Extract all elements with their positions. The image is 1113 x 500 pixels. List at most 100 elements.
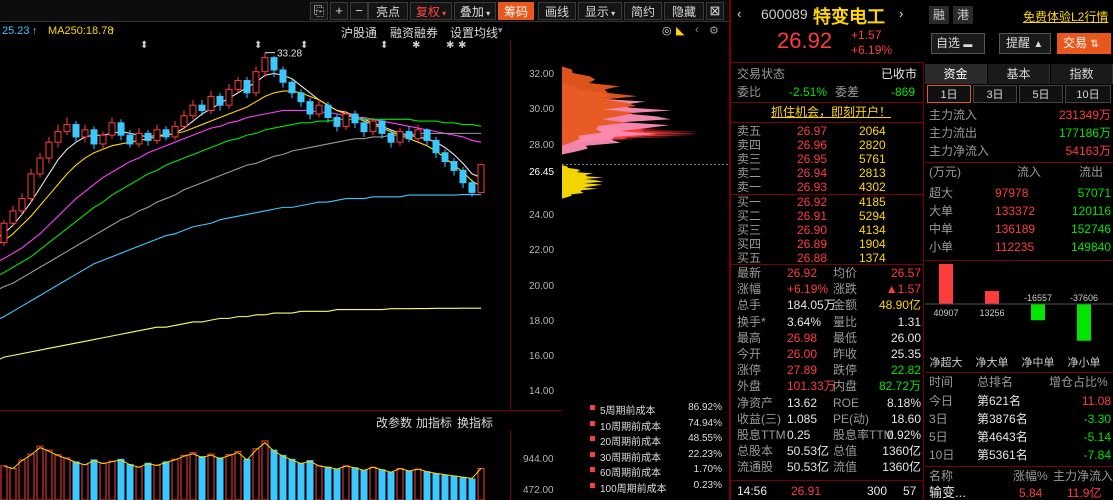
book-level-label: 买四 <box>737 237 762 251</box>
zoom-in-button[interactable]: + <box>330 2 348 20</box>
ask-row[interactable]: 卖五 26.97 2064 <box>731 124 923 138</box>
period-3d[interactable]: 3日 <box>973 85 1017 103</box>
link-set-ma[interactable]: 设置均线 <box>450 24 498 41</box>
quote-label: 昨收 <box>833 347 858 361</box>
l2-trial-link[interactable]: 免费体验L2行情 <box>1023 8 1108 25</box>
period-1d[interactable]: 1日 <box>927 85 971 103</box>
remind-button[interactable]: 提醒 ▲ <box>999 33 1051 54</box>
hk-badge[interactable]: 港 <box>953 6 973 24</box>
quote-label: PE(动) <box>833 411 870 426</box>
bid-row[interactable]: 买二 26.91 5294 <box>731 209 923 223</box>
toolbar-chips-button[interactable]: 筹码 <box>498 2 534 20</box>
candle-body <box>360 122 368 133</box>
net-flow-bar <box>985 291 999 304</box>
fund-table-header: (万元) 流入 流出 <box>929 165 1104 179</box>
volume-bar <box>315 465 323 500</box>
tab-fund[interactable]: 资金 <box>925 64 987 84</box>
cost-legend-pct: 48.55% <box>688 433 722 444</box>
chevron-down-icon[interactable]: ▾ <box>498 25 503 36</box>
link-margin[interactable]: 融资融券 <box>390 24 438 41</box>
fund-table-out: 120116 <box>1071 204 1111 218</box>
collapse-icon[interactable]: ⊠ <box>706 2 724 20</box>
tab-index[interactable]: 指数 <box>1051 64 1113 84</box>
target-icon[interactable]: ◎ <box>662 24 672 37</box>
volume-bar <box>351 467 359 500</box>
bid-row[interactable]: 买三 26.90 4134 <box>731 223 923 237</box>
ask-row[interactable]: 卖三 26.95 5761 <box>731 152 923 166</box>
net-flow-value: 13256 <box>979 308 1004 318</box>
quote-value: 26.92 <box>787 266 818 280</box>
quote-value: 82.72万 <box>878 379 921 394</box>
bid-row[interactable]: 买一 26.92 4185 <box>731 195 923 209</box>
ma-info-row: 25.23 ↑ MA250:18.78 ↑ 沪股通 融资融券 设置均线 ▾ ◎ … <box>0 24 729 40</box>
zoom-out-button[interactable]: − <box>350 2 368 20</box>
sector-row[interactable]: 输变... 5.84 11.9亿 <box>925 485 1113 500</box>
price-tick-label: 26.45 <box>529 167 555 179</box>
quote-label: 金额 <box>833 298 858 313</box>
back-icon[interactable]: ⎘ <box>310 2 328 20</box>
event-marker-icon[interactable]: ⬍ <box>300 40 308 51</box>
quote-value: 18.60 <box>890 411 921 426</box>
book-price: 26.93 <box>797 180 828 194</box>
quote-row: 换手* 3.64% 量比 1.31 <box>731 314 923 330</box>
candle-body <box>306 101 314 115</box>
book-volume: 5761 <box>859 152 886 166</box>
candle-body <box>414 129 422 140</box>
toolbar-hide-button[interactable]: 隐藏 <box>664 2 704 20</box>
quote-label: 总股本 <box>737 444 774 459</box>
bid-row[interactable]: 买五 26.88 1374 <box>731 251 923 265</box>
event-marker-icon[interactable]: ⬍ <box>254 40 262 51</box>
net-flow-bar-chart: 40907 净超大 13256 净大单 -16557 净中单 -37606 净小单 <box>925 264 1113 369</box>
candle-body <box>207 95 215 111</box>
chevron-left-icon[interactable]: ‹ <box>737 6 741 21</box>
add-indicator-button[interactable]: 加指标 <box>416 414 452 431</box>
chevron-left-icon[interactable]: ‹ <box>695 24 699 36</box>
gear-icon[interactable]: ⚙ <box>709 24 719 37</box>
cost-legend-pct: 1.70% <box>693 464 722 475</box>
toolbar-adjust-button[interactable]: 复权 ▾ <box>410 2 452 20</box>
ask-row[interactable]: 卖一 26.93 4302 <box>731 180 923 194</box>
ask-list: 卖五 26.97 2064 卖四 26.96 2820 卖三 26.95 5761 卖二 26.94… <box>731 124 923 194</box>
price-axis: 32.00 30.00 28.00 26.45 24.00 22.00 20.00 18.00… <box>510 40 562 410</box>
volume-bar <box>99 462 107 500</box>
self-select-button[interactable]: 自选 ▬ <box>931 33 985 54</box>
toolbar-highlight-button[interactable]: 亮点 <box>368 2 408 20</box>
price-tick-label: 18.00 <box>529 315 555 327</box>
ask-row[interactable]: 卖四 26.96 2820 <box>731 138 923 152</box>
flag-icon[interactable]: ◣ <box>676 24 684 37</box>
trade-button[interactable]: 交易 ⇅ <box>1057 33 1111 54</box>
rank-header: 时间 总排名 增仓占比% <box>929 375 1108 389</box>
candle-body <box>315 104 323 115</box>
kline-chart[interactable]: 33.28⬍ ⬍ ⬍ ⬍ ✱ ✱ ✱ <box>0 40 510 410</box>
quote-value: 27.89 <box>787 363 818 378</box>
book-level-label: 买二 <box>737 209 762 223</box>
bid-row[interactable]: 买四 26.89 1904 <box>731 237 923 251</box>
event-marker-icon[interactable]: ⬍ <box>380 40 388 51</box>
volume-bar <box>81 464 89 500</box>
volume-bar <box>225 454 233 500</box>
period-10d[interactable]: 10日 <box>1065 85 1111 103</box>
quote-value: 26.98 <box>787 330 818 345</box>
event-marker-icon[interactable]: ✱ <box>446 40 454 51</box>
toolbar-draw-button[interactable]: 画线 <box>538 2 576 20</box>
event-marker-icon[interactable]: ✱ <box>458 40 466 51</box>
candle-body <box>459 169 467 184</box>
tab-basic[interactable]: 基本 <box>988 64 1050 84</box>
link-shgt[interactable]: 沪股通 <box>341 24 377 41</box>
event-marker-icon[interactable]: ✱ <box>412 40 420 51</box>
margin-badge[interactable]: 融 <box>929 6 949 24</box>
book-price: 26.96 <box>797 138 828 152</box>
chevron-right-icon[interactable]: › <box>899 6 903 21</box>
toolbar-overlay-button[interactable]: 叠加 ▾ <box>454 2 496 20</box>
book-volume: 2064 <box>859 124 886 138</box>
edit-params-button[interactable]: 改参数 <box>376 414 412 431</box>
fund-table-out: 57071 <box>1077 186 1111 200</box>
toolbar-simple-button[interactable]: 简约 <box>624 2 662 20</box>
ask-row[interactable]: 卖二 26.94 2813 <box>731 166 923 180</box>
quote-value: 1.085 <box>787 411 818 426</box>
open-account-banner[interactable]: 抓住机会，即刻开户！ <box>771 104 891 120</box>
switch-indicator-button[interactable]: 换指标 <box>457 414 493 431</box>
period-5d[interactable]: 5日 <box>1019 85 1063 103</box>
toolbar-display-button[interactable]: 显示 ▾ <box>578 2 622 20</box>
event-marker-icon[interactable]: ⬍ <box>140 40 148 51</box>
